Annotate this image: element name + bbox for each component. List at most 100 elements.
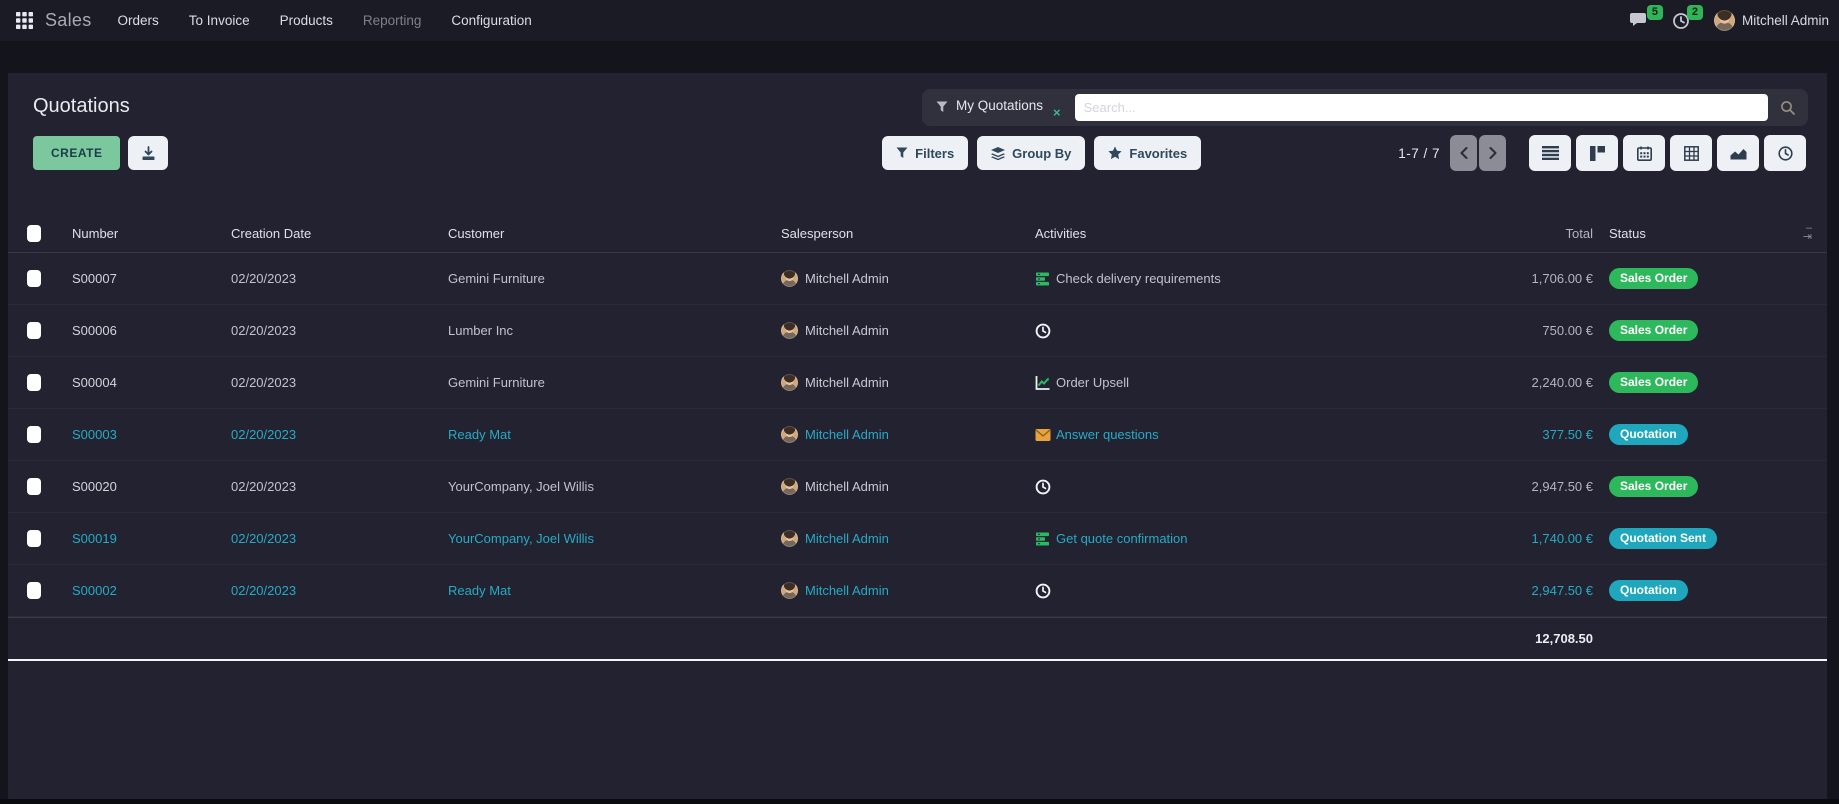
download-button[interactable] <box>128 136 168 170</box>
table-row[interactable]: S00003 02/20/2023 Ready Mat Mitchell Adm… <box>8 409 1827 461</box>
activity-view-button[interactable] <box>1764 135 1806 171</box>
table-row[interactable]: S00004 02/20/2023 Gemini Furniture Mitch… <box>8 357 1827 409</box>
nav-item-products[interactable]: Products <box>280 13 333 28</box>
favorites-button[interactable]: Favorites <box>1094 136 1201 170</box>
search-input[interactable] <box>1075 94 1768 121</box>
row-checkbox[interactable] <box>27 426 41 443</box>
column-header-salesperson[interactable]: Salesperson <box>779 226 1033 241</box>
activities-button[interactable]: 2 <box>1666 10 1696 32</box>
graph-view-button[interactable] <box>1717 135 1759 171</box>
pivot-view-button[interactable] <box>1670 135 1712 171</box>
total-amount: 2,947.50 € <box>1398 583 1593 598</box>
main-menu: Orders To Invoice Products Reporting Con… <box>118 13 532 28</box>
row-checkbox[interactable] <box>27 530 41 547</box>
customer-name: Ready Mat <box>446 583 779 598</box>
table-row[interactable]: S00020 02/20/2023 YourCompany, Joel Will… <box>8 461 1827 513</box>
activity-view-icon <box>1778 146 1793 161</box>
salesperson-name: Mitchell Admin <box>805 479 889 494</box>
download-icon <box>141 146 156 161</box>
funnel-icon <box>936 101 948 116</box>
column-header-activities[interactable]: Activities <box>1033 226 1398 241</box>
column-header-total[interactable]: Total <box>1398 226 1593 241</box>
activity-label: Answer questions <box>1056 427 1159 442</box>
activity-cell[interactable]: Check delivery requirements <box>1033 271 1398 287</box>
activity-cell[interactable] <box>1033 479 1398 495</box>
calendar-view-button[interactable] <box>1623 135 1665 171</box>
list-view-button[interactable] <box>1529 135 1571 171</box>
status-badge: Sales Order <box>1609 476 1698 497</box>
filter-facet[interactable]: My Quotations × <box>936 89 1061 126</box>
activity-cell[interactable] <box>1033 583 1398 599</box>
activity-cell[interactable] <box>1033 323 1398 339</box>
nav-item-reporting[interactable]: Reporting <box>363 13 422 28</box>
optional-columns-toggle[interactable]: –⇥ <box>1803 224 1813 242</box>
favorites-label: Favorites <box>1129 146 1187 161</box>
status-badge: Sales Order <box>1609 268 1698 289</box>
row-checkbox[interactable] <box>27 582 41 599</box>
column-header-number[interactable]: Number <box>70 226 229 241</box>
activities-count-badge: 2 <box>1687 5 1703 20</box>
tasks-icon <box>1035 271 1051 287</box>
salesperson-name: Mitchell Admin <box>805 427 889 442</box>
list-view-icon <box>1542 146 1559 160</box>
apps-grid-icon[interactable] <box>16 12 33 29</box>
facet-remove-button[interactable]: × <box>1053 105 1061 120</box>
table-row[interactable]: S00019 02/20/2023 YourCompany, Joel Will… <box>8 513 1827 565</box>
activity-cell[interactable]: Order Upsell <box>1033 375 1398 391</box>
status-badge: Sales Order <box>1609 372 1698 393</box>
table-row[interactable]: S00002 02/20/2023 Ready Mat Mitchell Adm… <box>8 565 1827 617</box>
salesperson-name: Mitchell Admin <box>805 583 889 598</box>
pager-prev-button[interactable] <box>1450 135 1477 171</box>
user-menu[interactable]: Mitchell Admin <box>1714 10 1829 31</box>
create-button[interactable]: CREATE <box>33 136 120 170</box>
row-checkbox[interactable] <box>27 478 41 495</box>
salesperson-name: Mitchell Admin <box>805 531 889 546</box>
quotation-number: S00019 <box>70 531 229 546</box>
customer-name: Gemini Furniture <box>446 271 779 286</box>
quotations-table: Number Creation Date Customer Salesperso… <box>8 215 1827 661</box>
user-name: Mitchell Admin <box>1742 13 1829 28</box>
layers-icon <box>991 147 1005 160</box>
row-checkbox[interactable] <box>27 322 41 339</box>
salesperson-name: Mitchell Admin <box>805 375 889 390</box>
top-nav: Sales Orders To Invoice Products Reporti… <box>0 0 1839 41</box>
nav-item-orders[interactable]: Orders <box>118 13 159 28</box>
column-header-customer[interactable]: Customer <box>446 226 779 241</box>
salesperson-avatar <box>781 374 798 391</box>
star-icon <box>1108 146 1122 160</box>
page-title: Quotations <box>33 95 130 118</box>
activity-cell[interactable]: Answer questions <box>1033 427 1398 442</box>
table-body: S00007 02/20/2023 Gemini Furniture Mitch… <box>8 253 1827 617</box>
chevron-right-icon <box>1489 147 1497 159</box>
pager-next-button[interactable] <box>1479 135 1506 171</box>
group-by-button[interactable]: Group By <box>977 136 1085 170</box>
row-checkbox[interactable] <box>27 270 41 287</box>
column-header-creation-date[interactable]: Creation Date <box>229 226 446 241</box>
filters-button[interactable]: Filters <box>882 136 968 170</box>
activity-cell[interactable]: Get quote confirmation <box>1033 531 1398 547</box>
creation-date: 02/20/2023 <box>229 583 446 598</box>
table-row[interactable]: S00006 02/20/2023 Lumber Inc Mitchell Ad… <box>8 305 1827 357</box>
creation-date: 02/20/2023 <box>229 375 446 390</box>
table-row[interactable]: S00007 02/20/2023 Gemini Furniture Mitch… <box>8 253 1827 305</box>
kanban-view-button[interactable] <box>1576 135 1618 171</box>
column-header-status[interactable]: Status <box>1593 226 1827 241</box>
search-icon[interactable] <box>1776 100 1800 116</box>
salesperson-avatar <box>781 582 798 599</box>
activity-label: Get quote confirmation <box>1056 531 1188 546</box>
nav-item-configuration[interactable]: Configuration <box>451 13 531 28</box>
salesperson-avatar <box>781 530 798 547</box>
graph-view-icon <box>1730 147 1747 160</box>
clock-icon <box>1035 323 1051 339</box>
nav-item-to-invoice[interactable]: To Invoice <box>189 13 250 28</box>
content-panel: Quotations My Quotations × CREATE <box>8 73 1827 800</box>
filters-label: Filters <box>915 146 954 161</box>
messages-count-badge: 5 <box>1647 5 1663 20</box>
row-checkbox[interactable] <box>27 374 41 391</box>
app-name[interactable]: Sales <box>45 10 92 31</box>
select-all-checkbox[interactable] <box>27 225 41 242</box>
quotation-number: S00003 <box>70 427 229 442</box>
creation-date: 02/20/2023 <box>229 323 446 338</box>
messages-button[interactable]: 5 <box>1624 10 1656 31</box>
search-bar: My Quotations × <box>922 89 1808 126</box>
